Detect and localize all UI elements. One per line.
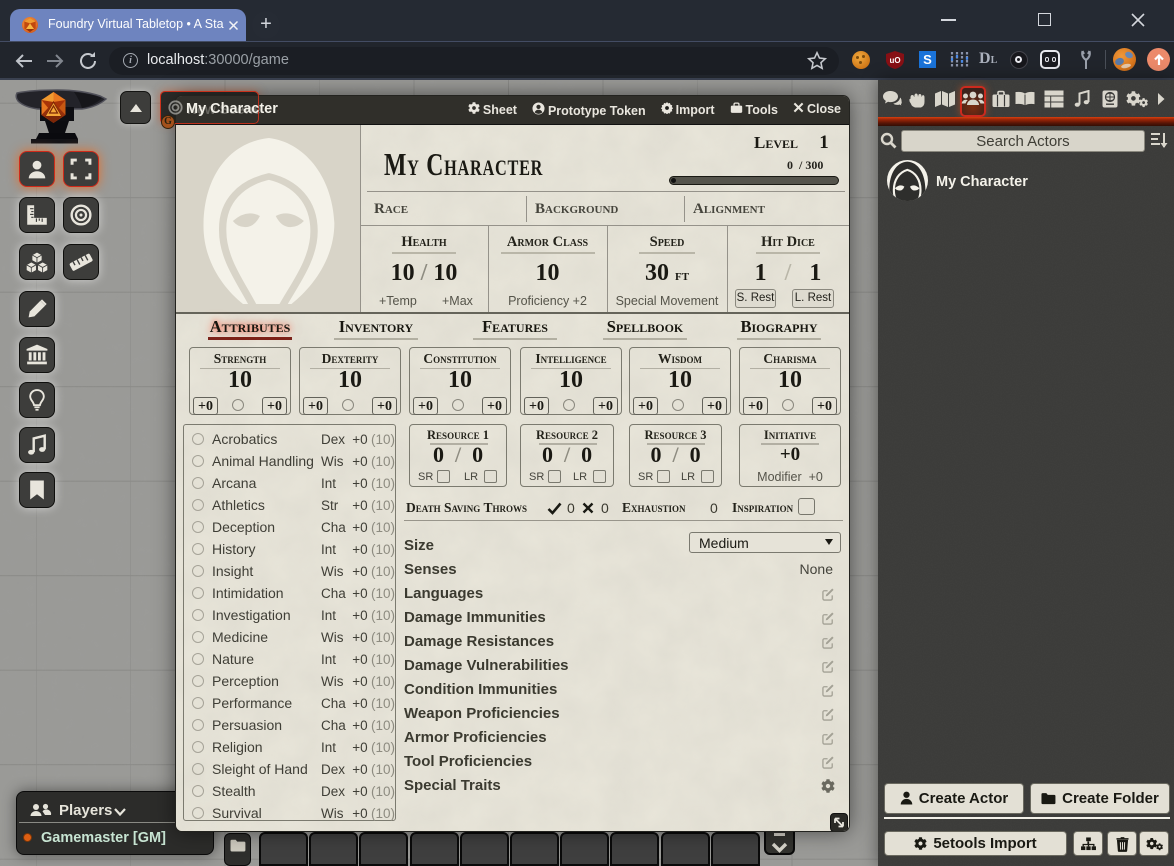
svg-text:uO: uO [889,56,900,65]
